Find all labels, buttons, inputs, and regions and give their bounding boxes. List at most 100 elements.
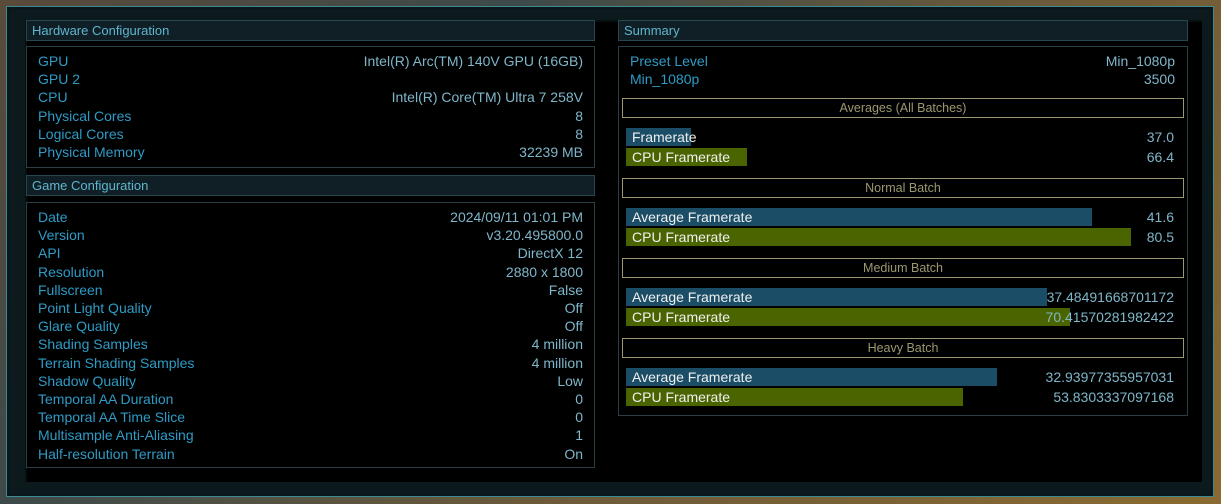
- config-value: DirectX 12: [517, 245, 583, 262]
- summary-label: Min_1080p: [630, 71, 700, 87]
- framerate-bar-row: Average Framerate 37.48491668701172: [626, 288, 1184, 306]
- config-value: 0: [575, 409, 583, 426]
- summary-row: Preset Level Min_1080p: [619, 52, 1187, 70]
- config-label: GPU 2: [38, 71, 81, 88]
- config-value: 32239 MB: [519, 144, 583, 160]
- config-label: Resolution: [38, 263, 105, 280]
- config-label: Multisample Anti-Aliasing: [38, 427, 194, 444]
- config-row: Resolution 2880 x 1800: [27, 263, 594, 281]
- config-value: v3.20.495800.0: [486, 227, 583, 244]
- config-label: Shadow Quality: [38, 372, 137, 389]
- config-value: 2880 x 1800: [505, 263, 583, 280]
- summary-header: Summary: [618, 20, 1188, 41]
- config-value: 8: [575, 125, 583, 142]
- config-value: 1: [575, 427, 583, 444]
- config-row: Physical Cores 8: [27, 107, 594, 125]
- config-row: Version v3.20.495800.0: [27, 226, 594, 244]
- config-row: Point Light Quality Off: [27, 299, 594, 317]
- bar-label: CPU Framerate: [632, 149, 731, 165]
- framerate-bar-row: Framerate 37.0: [626, 128, 1184, 146]
- config-value: On: [564, 445, 583, 462]
- batch-title: Normal Batch: [622, 178, 1184, 198]
- batch-title: Medium Batch: [622, 258, 1184, 278]
- hardware-config-panel: GPU Intel(R) Arc(TM) 140V GPU (16GB) GPU 2…: [26, 46, 595, 168]
- cpu-framerate-bar-row: CPU Framerate 70.41570281982422: [626, 308, 1184, 326]
- config-value: 8: [575, 107, 583, 124]
- config-value: 4 million: [531, 336, 583, 353]
- summary-value: 3500: [1143, 71, 1175, 87]
- config-label: Glare Quality: [38, 318, 120, 335]
- config-row: CPU Intel(R) Core(TM) Ultra 7 258V: [27, 88, 594, 106]
- config-value: 2024/09/11 01:01 PM: [450, 209, 583, 225]
- config-value: False: [548, 281, 583, 298]
- config-value: Intel(R) Core(TM) Ultra 7 258V: [391, 89, 583, 106]
- cpu-framerate-bar-row: CPU Framerate 66.4: [626, 148, 1184, 166]
- summary-label: Preset Level: [630, 53, 708, 69]
- framerate-bar-row: Average Framerate 41.6: [626, 208, 1184, 226]
- config-label: Terrain Shading Samples: [38, 354, 195, 371]
- config-row: Physical Memory 32239 MB: [27, 143, 594, 161]
- game-config-header: Game Configuration: [26, 175, 595, 196]
- config-label: Logical Cores: [38, 125, 124, 142]
- config-value: 4 million: [531, 354, 583, 371]
- config-row: API DirectX 12: [27, 244, 594, 262]
- bar-value: 53.8303337097168: [1053, 389, 1174, 405]
- bar-value: 37.48491668701172: [1046, 289, 1174, 305]
- framerate-bar-row: Average Framerate 32.93977355957031: [626, 368, 1184, 386]
- config-label: CPU: [38, 89, 68, 106]
- config-row: Terrain Shading Samples 4 million: [27, 354, 594, 372]
- batch-title: Heavy Batch: [622, 338, 1184, 358]
- config-row: Temporal AA Time Slice 0: [27, 408, 594, 426]
- config-label: Temporal AA Time Slice: [38, 409, 186, 426]
- config-row: Glare Quality Off: [27, 317, 594, 335]
- config-label: Physical Cores: [38, 107, 132, 124]
- bar-label: Average Framerate: [632, 209, 753, 225]
- batch-title: Averages (All Batches): [622, 98, 1184, 118]
- hardware-config-header: Hardware Configuration: [26, 20, 595, 41]
- bar-label: Framerate: [632, 129, 697, 145]
- game-config-title: Game Configuration: [32, 178, 149, 193]
- hardware-config-title: Hardware Configuration: [32, 23, 170, 38]
- config-label: Date: [38, 209, 68, 225]
- summary-row: Min_1080p 3500: [619, 70, 1187, 88]
- config-label: Fullscreen: [38, 281, 103, 298]
- bar-label: Average Framerate: [632, 289, 753, 305]
- bar-value: 41.6: [1146, 209, 1174, 225]
- bar-value: 32.93977355957031: [1045, 369, 1174, 385]
- config-value: Low: [557, 372, 583, 389]
- config-row: Logical Cores 8: [27, 125, 594, 143]
- config-row: GPU 2: [27, 70, 594, 88]
- bar-value: 80.5: [1146, 229, 1174, 245]
- config-row: Shadow Quality Low: [27, 372, 594, 390]
- bar-label: CPU Framerate: [632, 389, 731, 405]
- summary-title: Summary: [624, 23, 680, 38]
- bar-label: CPU Framerate: [632, 309, 731, 325]
- config-value: 0: [575, 391, 583, 407]
- config-row: Date 2024/09/11 01:01 PM: [27, 208, 594, 226]
- config-row: Fullscreen False: [27, 281, 594, 299]
- config-label: Point Light Quality: [38, 300, 152, 316]
- bar-value: 70.41570281982422: [1045, 309, 1174, 325]
- cpu-framerate-bar-row: CPU Framerate 53.8303337097168: [626, 388, 1184, 406]
- config-label: Physical Memory: [38, 144, 145, 160]
- config-label: API: [38, 245, 61, 262]
- bar-label: Average Framerate: [632, 369, 753, 385]
- config-row: Shading Samples 4 million: [27, 335, 594, 353]
- config-value: Intel(R) Arc(TM) 140V GPU (16GB): [363, 53, 583, 69]
- config-row: Multisample Anti-Aliasing 1: [27, 426, 594, 444]
- bar-value: 66.4: [1146, 149, 1174, 165]
- config-label: Version: [38, 227, 85, 244]
- bar-value: 37.0: [1146, 129, 1174, 145]
- config-label: Temporal AA Duration: [38, 391, 174, 407]
- config-value: Off: [564, 300, 583, 316]
- config-label: Half-resolution Terrain: [38, 445, 175, 462]
- summary-value: Min_1080p: [1105, 53, 1175, 69]
- config-row: Half-resolution Terrain On: [27, 445, 594, 463]
- config-row: Temporal AA Duration 0: [27, 390, 594, 408]
- config-row: GPU Intel(R) Arc(TM) 140V GPU (16GB): [27, 52, 594, 70]
- bar-label: CPU Framerate: [632, 229, 731, 245]
- config-label: Shading Samples: [38, 336, 148, 353]
- game-config-panel: Date 2024/09/11 01:01 PM Version v3.20.4958…: [26, 202, 595, 468]
- config-label: GPU: [38, 53, 69, 69]
- cpu-framerate-bar-row: CPU Framerate 80.5: [626, 228, 1184, 246]
